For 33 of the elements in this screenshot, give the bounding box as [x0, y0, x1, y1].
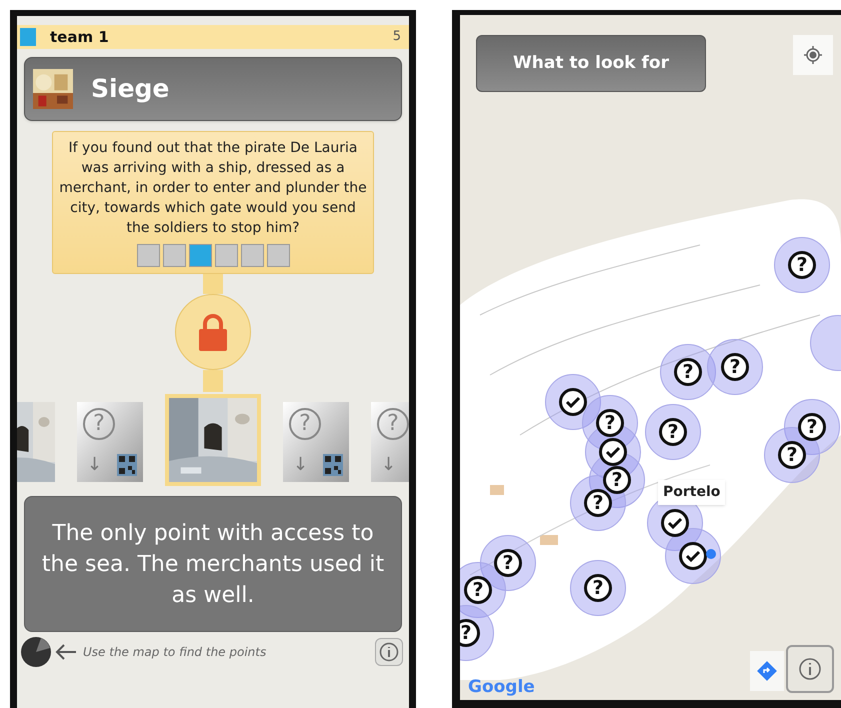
info-button[interactable] [786, 645, 834, 693]
description-text: The only point with access to the sea. The merchants used it as well. [40, 520, 386, 610]
map-marker[interactable] [559, 388, 587, 416]
my-location-button[interactable] [793, 35, 833, 75]
my-location-icon [803, 45, 823, 65]
info-button[interactable] [375, 638, 403, 666]
location-dot-icon [706, 549, 716, 559]
qr-code-icon [323, 454, 343, 476]
challenge-title: Siege [91, 73, 170, 106]
map-marker[interactable] [679, 542, 707, 570]
down-arrow: ↓ [293, 453, 308, 477]
team-score: 5 [392, 28, 401, 46]
what-to-look-for-button[interactable]: What to look for [476, 35, 706, 92]
map-marker[interactable] [661, 509, 689, 537]
marker-label: Portelo [658, 480, 726, 505]
team-name: team 1 [50, 26, 109, 48]
directions-button[interactable] [750, 651, 784, 691]
map-marker[interactable] [599, 438, 627, 466]
question-mark: ? [83, 408, 115, 440]
question-mark: ? [377, 408, 409, 440]
connector [203, 274, 223, 294]
left-arrow-icon [55, 644, 77, 660]
down-arrow: ↓ [87, 453, 102, 477]
down-arrow: ↓ [381, 453, 396, 477]
question-text: If you found out that the pirate De Lauria was arriving with a ship, dressed as a merchant, in order to enter and plunder the city, towards which gate would you send the soldiers to stop him? [59, 139, 367, 238]
question-mark: ? [289, 408, 321, 440]
radar-icon[interactable] [21, 637, 51, 667]
info-icon [379, 642, 399, 662]
hint-text: Use the map to find the points [83, 644, 266, 661]
connector [203, 370, 223, 392]
info-icon [798, 657, 822, 681]
qr-code-icon [117, 454, 137, 476]
map-attribution: Google [468, 676, 535, 699]
